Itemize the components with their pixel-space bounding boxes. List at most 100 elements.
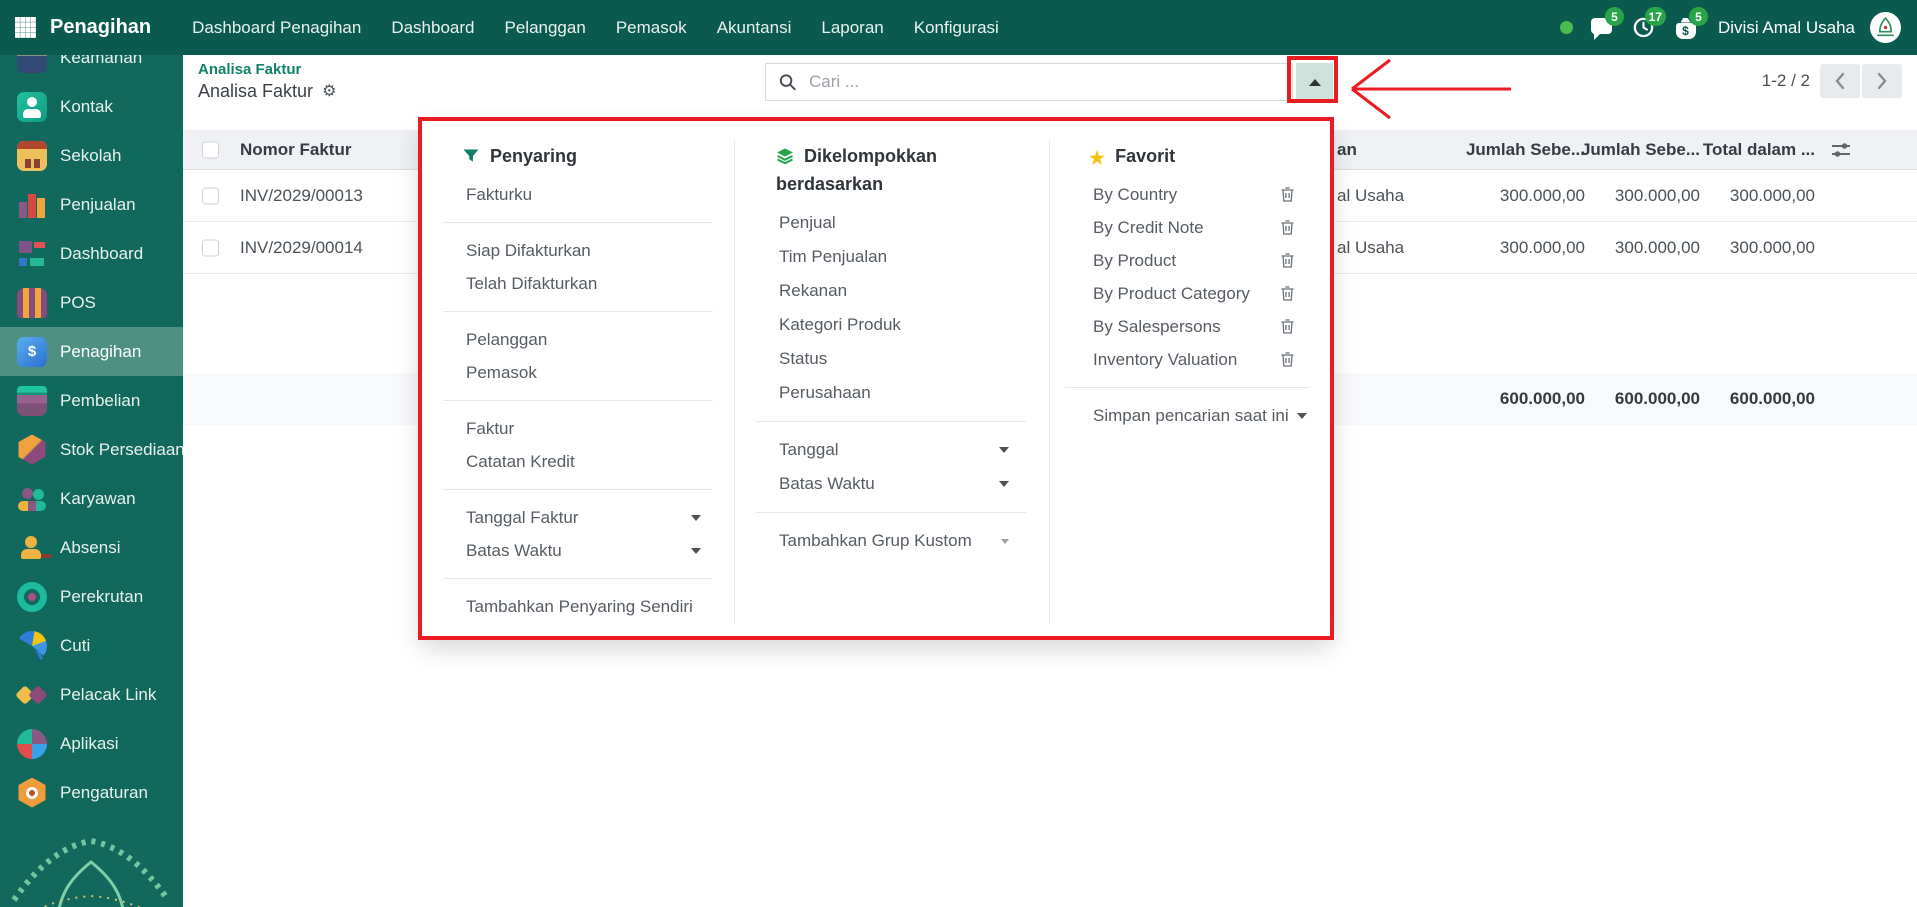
pager-next-button[interactable] (1862, 64, 1902, 98)
sidebar-item-label: Pengaturan (60, 783, 148, 803)
save-current-search[interactable]: Simpan pencarian saat ini (1093, 399, 1334, 432)
menu-item-dashboard[interactable]: Dashboard (376, 0, 489, 55)
revenues-icon[interactable]: $ 5 (1672, 14, 1699, 41)
groupby-option-tambahkan-grup-kustom[interactable]: Tambahkan Grup Kustom (779, 524, 1009, 558)
filter-option-tambahkan-penyaring-sendiri[interactable]: Tambahkan Penyaring Sendiri (466, 590, 701, 623)
filter-option-siap-difakturkan[interactable]: Siap Difakturkan (466, 234, 701, 267)
avatar[interactable] (1870, 12, 1901, 43)
total-amount: 600.000,00 (1500, 389, 1585, 409)
sidebar-item-label: POS (60, 293, 96, 313)
invoice-number-cell: INV/2029/00013 (240, 186, 363, 206)
perekrutan-icon (17, 582, 47, 612)
menu-item-akuntansi[interactable]: Akuntansi (702, 0, 807, 55)
navbar-right: 5 17 $ 5 Divisi Amal Usaha (1560, 12, 1917, 43)
amount-cell: 300.000,00 (1730, 186, 1815, 206)
sidebar-item-dashboard[interactable]: Dashboard (0, 229, 183, 278)
apps-menu-icon[interactable] (15, 17, 36, 38)
sidebar-item-cuti[interactable]: Cuti (0, 621, 183, 670)
groupby-option-tim-penjualan[interactable]: Tim Penjualan (779, 240, 1009, 274)
penjualan-icon (17, 190, 47, 220)
revenues-badge: 5 (1689, 7, 1708, 26)
aplikasi-icon (17, 729, 47, 759)
search-input[interactable] (807, 71, 1279, 93)
user-menu[interactable]: Divisi Amal Usaha (1718, 18, 1855, 38)
sidebar-item-karyawan[interactable]: Karyawan (0, 474, 183, 523)
groupby-option-penjual[interactable]: Penjual (779, 206, 1009, 240)
sidebar-item-absensi[interactable]: Absensi (0, 523, 183, 572)
sidebar-item-pos[interactable]: POS (0, 278, 183, 327)
menu-item-dashboard-penagihan[interactable]: Dashboard Penagihan (177, 0, 376, 55)
favorite-item-by-salespersons[interactable]: By Salespersons (1093, 310, 1295, 343)
search-bar[interactable] (765, 63, 1293, 101)
row-checkbox[interactable] (202, 239, 219, 256)
chevron-down-icon (1297, 413, 1307, 424)
row-checkbox[interactable] (202, 187, 219, 204)
activities-badge: 17 (1645, 7, 1666, 26)
trash-icon[interactable] (1280, 252, 1295, 269)
messages-icon[interactable]: 5 (1588, 14, 1615, 41)
groupby-option-tanggal[interactable]: Tanggal (779, 433, 1009, 467)
kontak-icon (17, 92, 47, 122)
column-header-amount-1[interactable]: Jumlah Sebe... (1466, 140, 1585, 160)
sidebar-item-pengaturan[interactable]: Pengaturan (0, 768, 183, 817)
filter-option-catatan-kredit[interactable]: Catatan Kredit (466, 445, 701, 478)
sidebar-item-pembelian[interactable]: Pembelian (0, 376, 183, 425)
menu-item-konfigurasi[interactable]: Konfigurasi (899, 0, 1014, 55)
column-header-amount-3[interactable]: Total dalam ... (1703, 140, 1815, 160)
filter-option-fakturku[interactable]: Fakturku (466, 178, 701, 211)
pager-previous-button[interactable] (1820, 64, 1860, 98)
sidebar-item-keamanan[interactable]: Keamanan (0, 55, 183, 82)
sidebar-item-kontak[interactable]: Kontak (0, 82, 183, 131)
column-header-amount-2[interactable]: Jumlah Sebe... (1581, 140, 1700, 160)
amount-cell: 300.000,00 (1500, 186, 1585, 206)
total-amount: 600.000,00 (1615, 389, 1700, 409)
activities-icon[interactable]: 17 (1630, 14, 1657, 41)
sidebar-item-pelacak-link[interactable]: Pelacak Link (0, 670, 183, 719)
breadcrumb: Analisa Faktur Analisa Faktur ⚙ (198, 61, 336, 102)
sidebar-item-stok-persediaan[interactable]: Stok Persediaan (0, 425, 183, 474)
menu-item-pemasok[interactable]: Pemasok (601, 0, 702, 55)
trash-icon[interactable] (1280, 219, 1295, 236)
app-name[interactable]: Penagihan (50, 16, 151, 39)
favorite-item-by-country[interactable]: By Country (1093, 178, 1295, 211)
trash-icon[interactable] (1280, 285, 1295, 302)
groupby-option-perusahaan[interactable]: Perusahaan (779, 376, 1009, 410)
groupby-option-kategori-produk[interactable]: Kategori Produk (779, 308, 1009, 342)
favorite-item-by-credit-note[interactable]: By Credit Note (1093, 211, 1295, 244)
sidebar-item-label: Pembelian (60, 391, 140, 411)
breadcrumb-link[interactable]: Analisa Faktur (198, 61, 336, 78)
filter-option-tanggal-faktur[interactable]: Tanggal Faktur (466, 501, 701, 534)
search-options-toggle[interactable] (1296, 63, 1333, 101)
favorite-item-inventory-valuation[interactable]: Inventory Valuation (1093, 343, 1295, 376)
sidebar-item-aplikasi[interactable]: Aplikasi (0, 719, 183, 768)
menu-item-laporan[interactable]: Laporan (806, 0, 898, 55)
favorites-column: ★Favorit By CountryBy Credit NoteBy Prod… (1049, 142, 1334, 432)
chevron-down-icon (999, 481, 1009, 492)
trash-icon[interactable] (1280, 186, 1295, 203)
column-header-invoice-number[interactable]: Nomor Faktur (240, 140, 351, 160)
sidebar-item-penjualan[interactable]: Penjualan (0, 180, 183, 229)
filter-option-batas-waktu[interactable]: Batas Waktu (466, 534, 701, 567)
groupby-option-batas-waktu[interactable]: Batas Waktu (779, 467, 1009, 501)
sidebar-item-penagihan[interactable]: $Penagihan (0, 327, 183, 376)
sidebar-item-label: Penjualan (60, 195, 136, 215)
column-header-partner-fragment[interactable]: an (1337, 140, 1357, 160)
groupby-option-status[interactable]: Status (779, 342, 1009, 376)
gear-icon[interactable]: ⚙ (322, 84, 336, 100)
karyawan-icon (17, 484, 47, 514)
sidebar-item-perekrutan[interactable]: Perekrutan (0, 572, 183, 621)
menu-item-pelanggan[interactable]: Pelanggan (490, 0, 601, 55)
sidebar-item-sekolah[interactable]: Sekolah (0, 131, 183, 180)
favorite-item-by-product[interactable]: By Product (1093, 244, 1295, 277)
filter-option-telah-difakturkan[interactable]: Telah Difakturkan (466, 267, 701, 300)
trash-icon[interactable] (1280, 318, 1295, 335)
groupby-option-rekanan[interactable]: Rekanan (779, 274, 1009, 308)
trash-icon[interactable] (1280, 351, 1295, 368)
filter-option-faktur[interactable]: Faktur (466, 412, 701, 445)
dashboard-icon (17, 239, 47, 269)
filter-option-pelanggan[interactable]: Pelanggan (466, 323, 701, 356)
filter-option-pemasok[interactable]: Pemasok (466, 356, 701, 389)
favorite-item-by-product-category[interactable]: By Product Category (1093, 277, 1295, 310)
optional-columns-icon[interactable] (1831, 141, 1851, 158)
select-all-checkbox[interactable] (202, 141, 219, 158)
